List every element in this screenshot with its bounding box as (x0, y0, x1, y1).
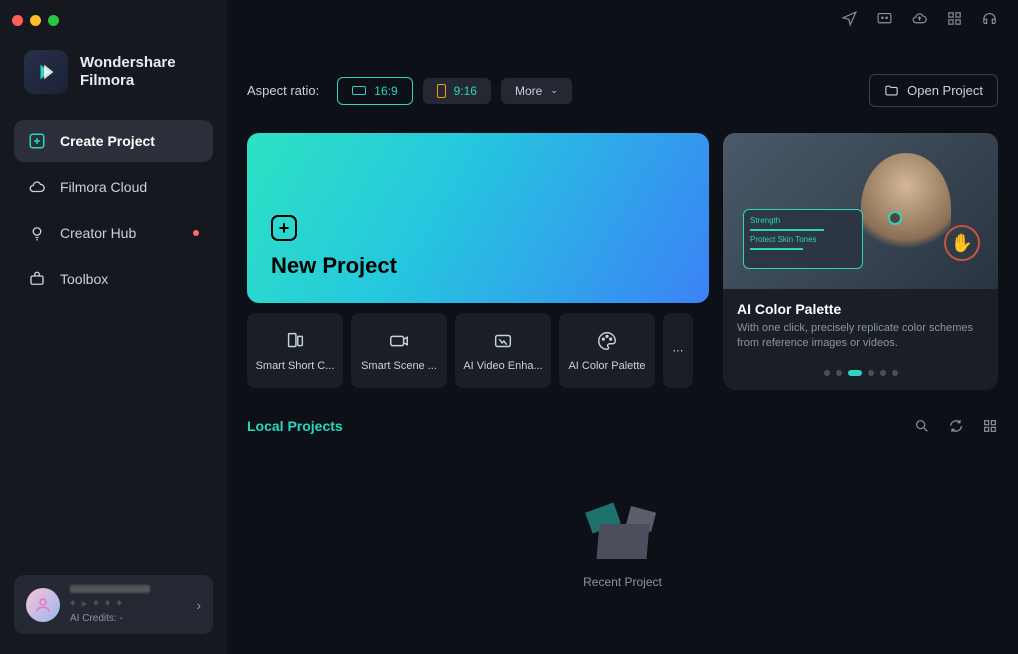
overlay-protect-label: Protect Skin Tones (750, 235, 856, 244)
maximize-window-button[interactable] (48, 15, 59, 26)
mini-label: AI Color Palette (568, 360, 645, 372)
empty-state: Recent Project (247, 434, 998, 654)
badge-icon: ▸ (82, 597, 88, 610)
sidebar-item-create-project[interactable]: Create Project (14, 120, 213, 162)
feature-thumbnail: Strength Protect Skin Tones ✋ (723, 133, 998, 289)
chevron-down-icon: ⌄ (550, 85, 558, 96)
sidebar-item-filmora-cloud[interactable]: Filmora Cloud (14, 166, 213, 208)
local-projects-title: Local Projects (247, 418, 343, 434)
aspect-9-16-button[interactable]: 9:16 (423, 78, 491, 104)
cloud-upload-icon[interactable] (911, 10, 928, 27)
message-icon[interactable] (876, 10, 893, 27)
sidebar-item-creator-hub[interactable]: Creator Hub (14, 212, 213, 254)
plus-icon: + (271, 215, 297, 241)
aspect-ratio-toolbar: Aspect ratio: 16:9 9:16 More ⌄ Open Proj… (247, 74, 998, 107)
aspect-16-9-button[interactable]: 16:9 (337, 77, 412, 105)
avatar (26, 588, 60, 622)
sidebar-item-toolbox[interactable]: Toolbox (14, 258, 213, 300)
new-project-card[interactable]: + New Project (247, 133, 709, 303)
open-project-button[interactable]: Open Project (869, 74, 998, 107)
landscape-rect-icon (352, 86, 366, 95)
aspect-more-button[interactable]: More ⌄ (501, 78, 572, 104)
toolbox-icon (28, 270, 46, 288)
mini-more-button[interactable]: ⋯ (663, 313, 693, 388)
plus-square-icon (28, 132, 46, 150)
enhance-icon (492, 330, 514, 352)
more-label: More (515, 84, 542, 98)
portrait-rect-icon (437, 84, 446, 98)
carousel-dots[interactable] (723, 360, 998, 390)
aspect-ratio-label: Aspect ratio: (247, 83, 319, 98)
sidebar-item-label: Create Project (60, 133, 155, 149)
send-icon[interactable] (841, 10, 858, 27)
empty-label: Recent Project (583, 575, 662, 589)
sidebar-nav: Create Project Filmora Cloud Creator Hub (0, 114, 227, 306)
no-touch-icon: ✋ (944, 225, 980, 261)
logo-icon (24, 50, 68, 94)
mini-label: AI Video Enha... (463, 360, 542, 372)
search-icon[interactable] (914, 418, 930, 434)
grid-icon[interactable] (946, 10, 963, 27)
clips-icon (284, 330, 306, 352)
chevron-right-icon: › (196, 597, 201, 613)
feature-title: AI Color Palette (737, 301, 984, 317)
sidebar-item-label: Toolbox (60, 271, 108, 287)
brand-line2: Filmora (80, 72, 176, 90)
ai-video-enhance-button[interactable]: AI Video Enha... (455, 313, 551, 388)
feature-card[interactable]: Strength Protect Skin Tones ✋ AI Color P… (723, 133, 998, 390)
smart-short-clips-button[interactable]: Smart Short C... (247, 313, 343, 388)
app-logo: Wondershare Filmora (0, 40, 227, 114)
empty-box-icon (588, 499, 658, 559)
overlay-strength-label: Strength (750, 216, 856, 225)
user-name-redacted (70, 585, 150, 593)
new-project-title: New Project (271, 253, 685, 279)
aspect-label: 16:9 (374, 84, 397, 98)
sidebar-item-label: Filmora Cloud (60, 179, 147, 195)
open-project-label: Open Project (907, 83, 983, 98)
grid-view-icon[interactable] (982, 418, 998, 434)
aspect-label: 9:16 (454, 84, 477, 98)
close-window-button[interactable] (12, 15, 23, 26)
overlay-panel: Strength Protect Skin Tones (743, 209, 863, 269)
sidebar: Wondershare Filmora Create Project Filmo… (0, 0, 227, 654)
minimize-window-button[interactable] (30, 15, 41, 26)
badge-icon: ♦ (70, 597, 76, 610)
main-content: Aspect ratio: 16:9 9:16 More ⌄ Open Proj… (227, 0, 1018, 654)
ai-credits-label: AI Credits: - (70, 613, 186, 624)
headset-icon[interactable] (981, 10, 998, 27)
badge-icon: ♦ (105, 597, 111, 610)
color-picker-dot-icon (888, 211, 902, 225)
mini-label: Smart Short C... (256, 360, 335, 372)
palette-icon (596, 330, 618, 352)
camera-icon (388, 330, 410, 352)
brand-line1: Wondershare (80, 54, 176, 72)
cloud-icon (28, 178, 46, 196)
lightbulb-icon (28, 224, 46, 242)
window-controls (0, 0, 227, 40)
smart-scene-button[interactable]: Smart Scene ... (351, 313, 447, 388)
ellipsis-icon: ⋯ (673, 344, 684, 357)
ai-color-palette-button[interactable]: AI Color Palette (559, 313, 655, 388)
badge-icon: ♦ (116, 597, 122, 610)
user-card[interactable]: ♦ ▸ ♦ ♦ ♦ AI Credits: - › (14, 575, 213, 634)
mini-label: Smart Scene ... (361, 360, 437, 372)
user-info: ♦ ▸ ♦ ♦ ♦ AI Credits: - (70, 585, 186, 624)
folder-icon (884, 83, 899, 98)
notification-dot-icon (193, 230, 199, 236)
feature-description: With one click, precisely replicate colo… (737, 321, 984, 352)
header-icons (841, 10, 998, 27)
badge-icon: ♦ (93, 597, 99, 610)
sidebar-item-label: Creator Hub (60, 225, 136, 241)
refresh-icon[interactable] (948, 418, 964, 434)
